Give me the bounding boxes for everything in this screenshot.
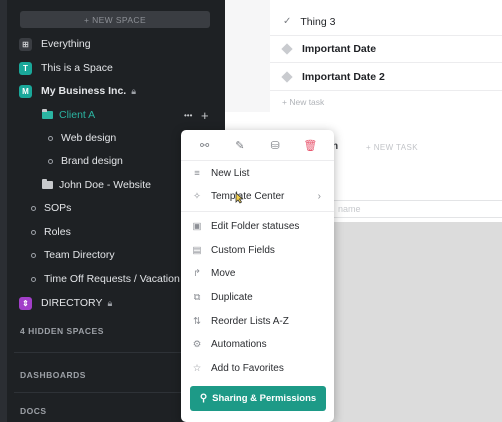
directory-icon: ⇕ bbox=[19, 296, 32, 310]
lock-icon: 🔒︎ bbox=[131, 85, 136, 96]
robot-icon: ⚙ bbox=[192, 338, 202, 350]
hidden-spaces-toggle[interactable]: 4 HIDDEN SPACES bbox=[20, 326, 104, 336]
sidebar-item-label: Team Directory bbox=[44, 249, 115, 261]
link-icon[interactable]: ⚯ bbox=[197, 139, 213, 152]
main-gutter bbox=[225, 0, 270, 112]
task-name[interactable]: Important Date bbox=[302, 43, 376, 55]
sidebar-item-brand-design[interactable]: Brand design bbox=[48, 152, 123, 170]
statuses-icon: ▣ bbox=[192, 220, 202, 232]
share-icon: ⚲ bbox=[199, 393, 208, 404]
menu-item-label: Add to Favorites bbox=[211, 362, 284, 374]
menu-item-automations[interactable]: ⚙ Automations bbox=[190, 335, 330, 353]
sidebar-item-roles[interactable]: Roles bbox=[31, 223, 71, 241]
archive-icon[interactable]: ⛁ bbox=[267, 139, 283, 152]
menu-item-move[interactable]: ↱ Move bbox=[190, 264, 330, 282]
menu-item-label: Reorder Lists A-Z bbox=[211, 315, 289, 327]
menu-divider bbox=[181, 211, 334, 212]
menu-item-custom-fields[interactable]: ▤ Custom Fields bbox=[190, 241, 330, 259]
name-column-label: name bbox=[338, 204, 361, 214]
dashboards-section[interactable]: DASHBOARDS bbox=[20, 370, 86, 380]
list-dot-icon bbox=[48, 135, 53, 141]
menu-item-label: Move bbox=[211, 267, 236, 279]
sidebar-item-label: DIRECTORY bbox=[41, 297, 103, 309]
docs-section[interactable]: DOCS bbox=[20, 406, 47, 416]
button-label: Sharing & Permissions bbox=[212, 393, 317, 404]
list-add-icon: ≡ bbox=[194, 167, 200, 179]
task-row[interactable]: Important Date 2 bbox=[270, 63, 502, 91]
sidebar-item-label: This is a Space bbox=[41, 62, 113, 74]
list-dot-icon bbox=[48, 158, 53, 164]
menu-item-label: Duplicate bbox=[211, 291, 253, 303]
menu-icon-bar: ⚯ ✎ ⛁ 🗑︎ bbox=[181, 130, 334, 161]
sharing-permissions-button[interactable]: ⚲ Sharing & Permissions bbox=[190, 386, 326, 411]
sidebar-item-client-a[interactable]: Client A ••• + bbox=[42, 106, 216, 124]
space-avatar: T bbox=[19, 61, 32, 75]
star-icon: ☆ bbox=[192, 362, 202, 374]
menu-item-add-to-favorites[interactable]: ☆ Add to Favorites bbox=[190, 359, 330, 377]
space-avatar: M bbox=[19, 84, 32, 98]
move-icon: ↱ bbox=[193, 267, 201, 279]
sidebar-item-label: Web design bbox=[61, 132, 117, 144]
sidebar-item-label: Time Off Requests / Vacation ... bbox=[44, 273, 192, 285]
folder-icon bbox=[42, 109, 53, 119]
task-row[interactable]: Important Date bbox=[270, 35, 502, 63]
menu-item-label: Template Center bbox=[211, 190, 285, 202]
menu-item-edit-folder-statuses[interactable]: ▣ Edit Folder statuses bbox=[190, 217, 330, 235]
sidebar-item-web-design[interactable]: Web design bbox=[48, 129, 116, 147]
sidebar-item-label: John Doe - Website bbox=[59, 179, 152, 191]
more-options-icon[interactable]: ••• bbox=[184, 111, 192, 120]
list-dot-icon bbox=[31, 252, 36, 258]
sidebar-item-label: Roles bbox=[44, 226, 71, 238]
sidebar-item-label: Everything bbox=[41, 38, 91, 50]
list-dot-icon bbox=[31, 229, 36, 235]
template-icon: ✧ bbox=[193, 190, 201, 202]
menu-item-reorder[interactable]: ⇅ Reorder Lists A-Z bbox=[190, 312, 330, 330]
menu-item-label: New List bbox=[211, 167, 250, 179]
sidebar-item-john-doe[interactable]: John Doe - Website bbox=[42, 176, 151, 194]
sidebar-item-label: Client A bbox=[59, 109, 96, 121]
milestone-icon bbox=[281, 42, 293, 55]
grid-icon: ⊞ bbox=[19, 37, 32, 51]
sidebar-item-sops[interactable]: SOPs bbox=[31, 199, 71, 217]
sidebar-item-directory[interactable]: ⇕ DIRECTORY 🔒︎ bbox=[19, 294, 112, 312]
task-name[interactable]: Important Date 2 bbox=[302, 71, 385, 83]
menu-item-duplicate[interactable]: ⧉ Duplicate bbox=[190, 288, 330, 306]
mouse-cursor-icon bbox=[235, 192, 244, 204]
new-space-button[interactable]: + NEW SPACE bbox=[20, 11, 210, 28]
duplicate-icon: ⧉ bbox=[193, 291, 201, 303]
milestone-icon bbox=[281, 70, 293, 83]
custom-fields-icon: ▤ bbox=[192, 244, 202, 256]
lock-icon: 🔒︎ bbox=[107, 297, 113, 308]
folder-context-menu: ⚯ ✎ ⛁ 🗑︎ ≡ New List ✧ Template Center › … bbox=[181, 130, 334, 422]
task-name[interactable]: Thing 3 bbox=[300, 16, 335, 28]
left-app-strip bbox=[0, 0, 7, 422]
menu-item-label: Edit Folder statuses bbox=[211, 220, 300, 232]
sort-icon: ⇅ bbox=[193, 315, 201, 327]
menu-item-new-list[interactable]: ≡ New List bbox=[190, 164, 330, 182]
menu-item-label: Custom Fields bbox=[211, 244, 275, 256]
sidebar-item-label: My Business Inc. bbox=[41, 85, 127, 97]
checkmark-icon: ✓ bbox=[283, 16, 292, 27]
menu-item-template-center[interactable]: ✧ Template Center › bbox=[190, 187, 330, 205]
chevron-right-icon: › bbox=[317, 190, 321, 202]
trash-icon[interactable]: 🗑︎ bbox=[302, 139, 318, 152]
sidebar-item-time-off[interactable]: Time Off Requests / Vacation ... bbox=[31, 270, 191, 288]
sidebar-item-label: SOPs bbox=[44, 202, 72, 214]
sidebar-item-this-is-a-space[interactable]: T This is a Space bbox=[19, 59, 113, 77]
new-task-link[interactable]: + New task bbox=[282, 97, 324, 107]
folder-icon bbox=[42, 179, 53, 189]
sidebar-item-my-business[interactable]: M My Business Inc. 🔒︎ bbox=[19, 82, 136, 100]
sidebar-item-everything[interactable]: ⊞ Everything bbox=[19, 35, 91, 53]
sidebar-item-team-directory[interactable]: Team Directory bbox=[31, 246, 115, 264]
new-task-button[interactable]: + NEW TASK bbox=[366, 143, 418, 152]
add-icon[interactable]: + bbox=[201, 108, 209, 123]
list-dot-icon bbox=[31, 205, 36, 211]
menu-item-label: Automations bbox=[211, 338, 267, 350]
list-dot-icon bbox=[31, 276, 36, 282]
sidebar-item-label: Brand design bbox=[61, 155, 123, 167]
pencil-icon[interactable]: ✎ bbox=[232, 139, 248, 152]
task-row[interactable]: ✓ Thing 3 bbox=[270, 8, 502, 36]
